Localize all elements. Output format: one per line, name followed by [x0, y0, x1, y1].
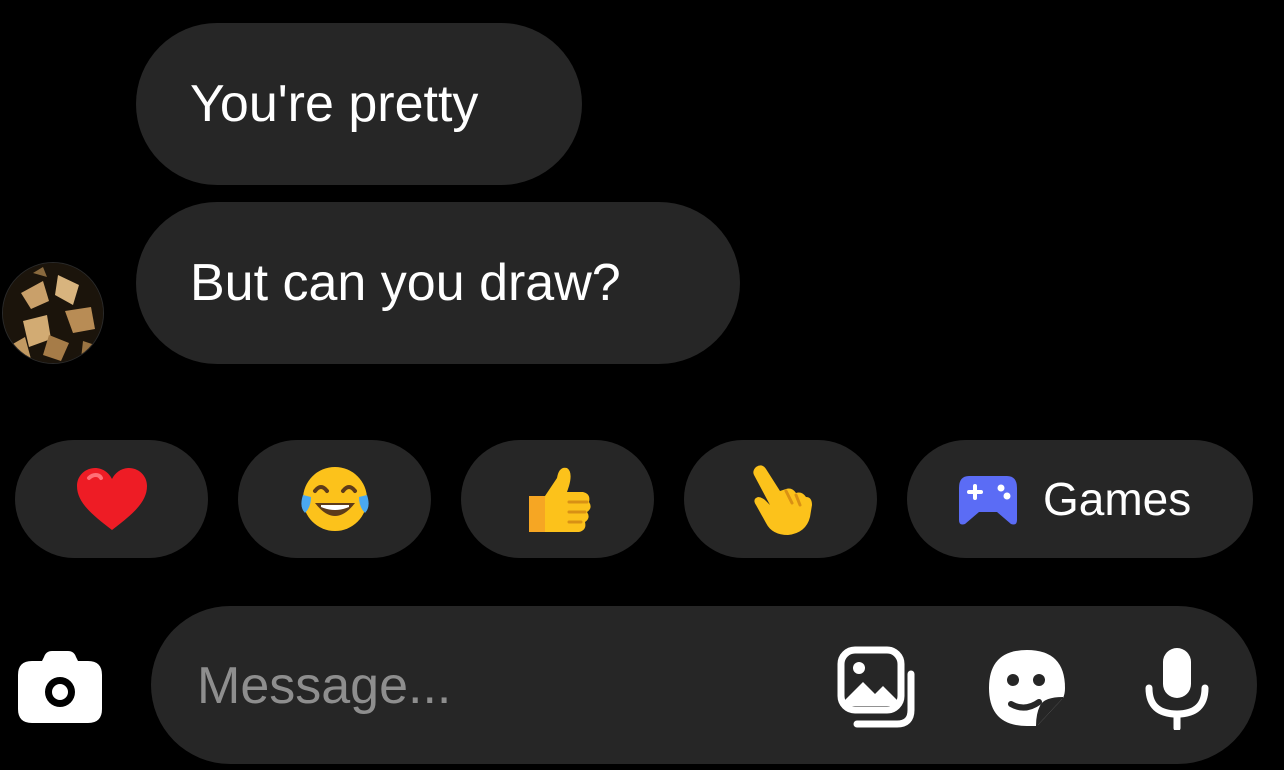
thumbs-up-icon [528, 467, 591, 532]
quick-reaction-laugh[interactable] [238, 440, 431, 558]
quick-reaction-pointing[interactable] [684, 440, 877, 558]
sticker-button[interactable] [985, 646, 1069, 730]
red-heart-icon [76, 468, 147, 530]
gallery-icon [837, 646, 915, 728]
microphone-button[interactable] [1135, 646, 1219, 732]
games-label: Games [1043, 473, 1192, 525]
gallery-button[interactable] [835, 646, 919, 730]
sticker-icon [989, 650, 1065, 727]
camera-icon [18, 651, 102, 723]
games-button[interactable]: Games [907, 440, 1253, 558]
microphone-icon [1145, 648, 1209, 732]
quick-reaction-thumbs-up[interactable] [461, 440, 654, 558]
message-bubble[interactable]: You're pretty [136, 23, 582, 185]
chat-screen: You're pretty But can you draw? Games Me… [0, 0, 1284, 770]
message-composer [151, 606, 1257, 764]
avatar-image [3, 263, 103, 363]
game-controller-icon [959, 476, 1017, 525]
message-input[interactable] [197, 654, 797, 718]
camera-button[interactable] [18, 651, 102, 723]
quick-reaction-heart[interactable] [15, 440, 208, 558]
message-bubble[interactable]: But can you draw? [136, 202, 740, 364]
message-text: You're pretty [190, 75, 479, 133]
pointing-hand-icon [752, 465, 812, 535]
message-text: But can you draw? [190, 254, 621, 312]
avatar[interactable] [2, 262, 104, 364]
face-with-tears-of-joy-icon [300, 467, 369, 531]
